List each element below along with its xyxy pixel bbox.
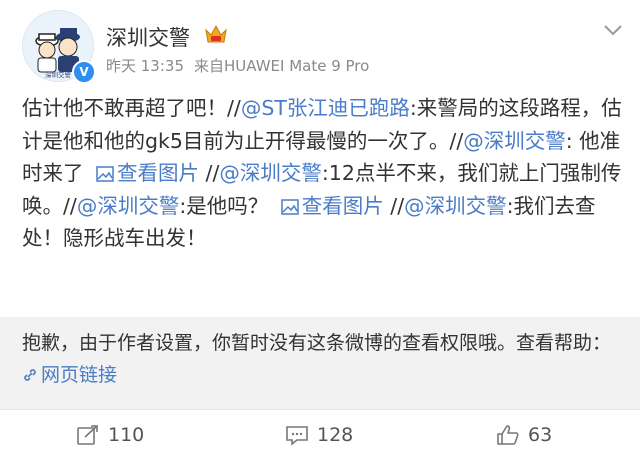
repost-icon bbox=[77, 425, 98, 445]
chevron-down-icon[interactable] bbox=[600, 20, 626, 40]
view-image-label: 查看图片 bbox=[301, 193, 384, 218]
verified-badge-icon: V bbox=[72, 60, 96, 84]
crown-badge-icon[interactable] bbox=[203, 22, 229, 46]
post-time: 昨天 13:35 bbox=[106, 57, 184, 75]
comment-button[interactable]: 128 bbox=[285, 424, 353, 446]
like-button[interactable]: 63 bbox=[496, 424, 552, 446]
image-icon bbox=[96, 166, 114, 182]
post-meta: 昨天 13:35 来自HUAWEI Mate 9 Pro bbox=[106, 55, 379, 76]
view-image-label: 查看图片 bbox=[117, 161, 200, 185]
avatar-caption: 深圳交警 bbox=[45, 70, 72, 79]
mention-link[interactable]: @深圳交警 bbox=[463, 129, 566, 153]
post-source: 来自HUAWEI Mate 9 Pro bbox=[194, 57, 370, 75]
view-image-link[interactable]: 查看图片 bbox=[281, 194, 384, 218]
mention-link[interactable]: @深圳交警 bbox=[219, 161, 322, 185]
comment-count: 128 bbox=[317, 424, 354, 446]
mention-link[interactable]: @ST张江迪已跑路 bbox=[241, 96, 410, 120]
permission-notice: 抱歉，由于作者设置，你暂时没有这条微博的查看权限哦。查看帮助： 网页链接 bbox=[22, 327, 622, 391]
post-text: 估计他不敢再超了吧！//@ST张江迪已跑路:来警局的这段路程，估计是他和他的gk… bbox=[22, 92, 622, 255]
username[interactable]: 深圳交警 bbox=[106, 22, 190, 52]
help-web-link[interactable]: 网页链接 bbox=[22, 364, 117, 386]
text-segment: :是他吗？ bbox=[179, 193, 275, 218]
text-segment: // bbox=[383, 193, 405, 218]
text-segment: 估计他不敢再超了吧！// bbox=[22, 96, 241, 120]
mention-link[interactable]: @深圳交警 bbox=[404, 194, 507, 218]
repost-count: 110 bbox=[108, 424, 145, 446]
text-segment: // bbox=[199, 161, 220, 185]
view-image-link[interactable]: 查看图片 bbox=[96, 161, 199, 185]
retweet-box[interactable]: 抱歉，由于作者设置，你暂时没有这条微博的查看权限哦。查看帮助： 网页链接 bbox=[0, 317, 640, 409]
action-bar: 110 128 63 bbox=[0, 409, 640, 465]
help-link-label: 网页链接 bbox=[41, 364, 118, 386]
image-icon bbox=[281, 198, 299, 215]
like-count: 63 bbox=[528, 424, 553, 446]
link-icon bbox=[24, 369, 36, 381]
thumbs-up-icon bbox=[497, 425, 519, 445]
post-header: 深圳交警 V 深圳交警 昨天 13:35 来自HUAWEI Mate 9 Pro bbox=[0, 0, 640, 88]
comment-icon bbox=[286, 426, 308, 446]
mention-link[interactable]: @深圳交警 bbox=[77, 194, 180, 218]
permission-notice-text: 抱歉，由于作者设置，你暂时没有这条微博的查看权限哦。查看帮助： bbox=[22, 332, 612, 354]
repost-button[interactable]: 110 bbox=[76, 424, 144, 446]
